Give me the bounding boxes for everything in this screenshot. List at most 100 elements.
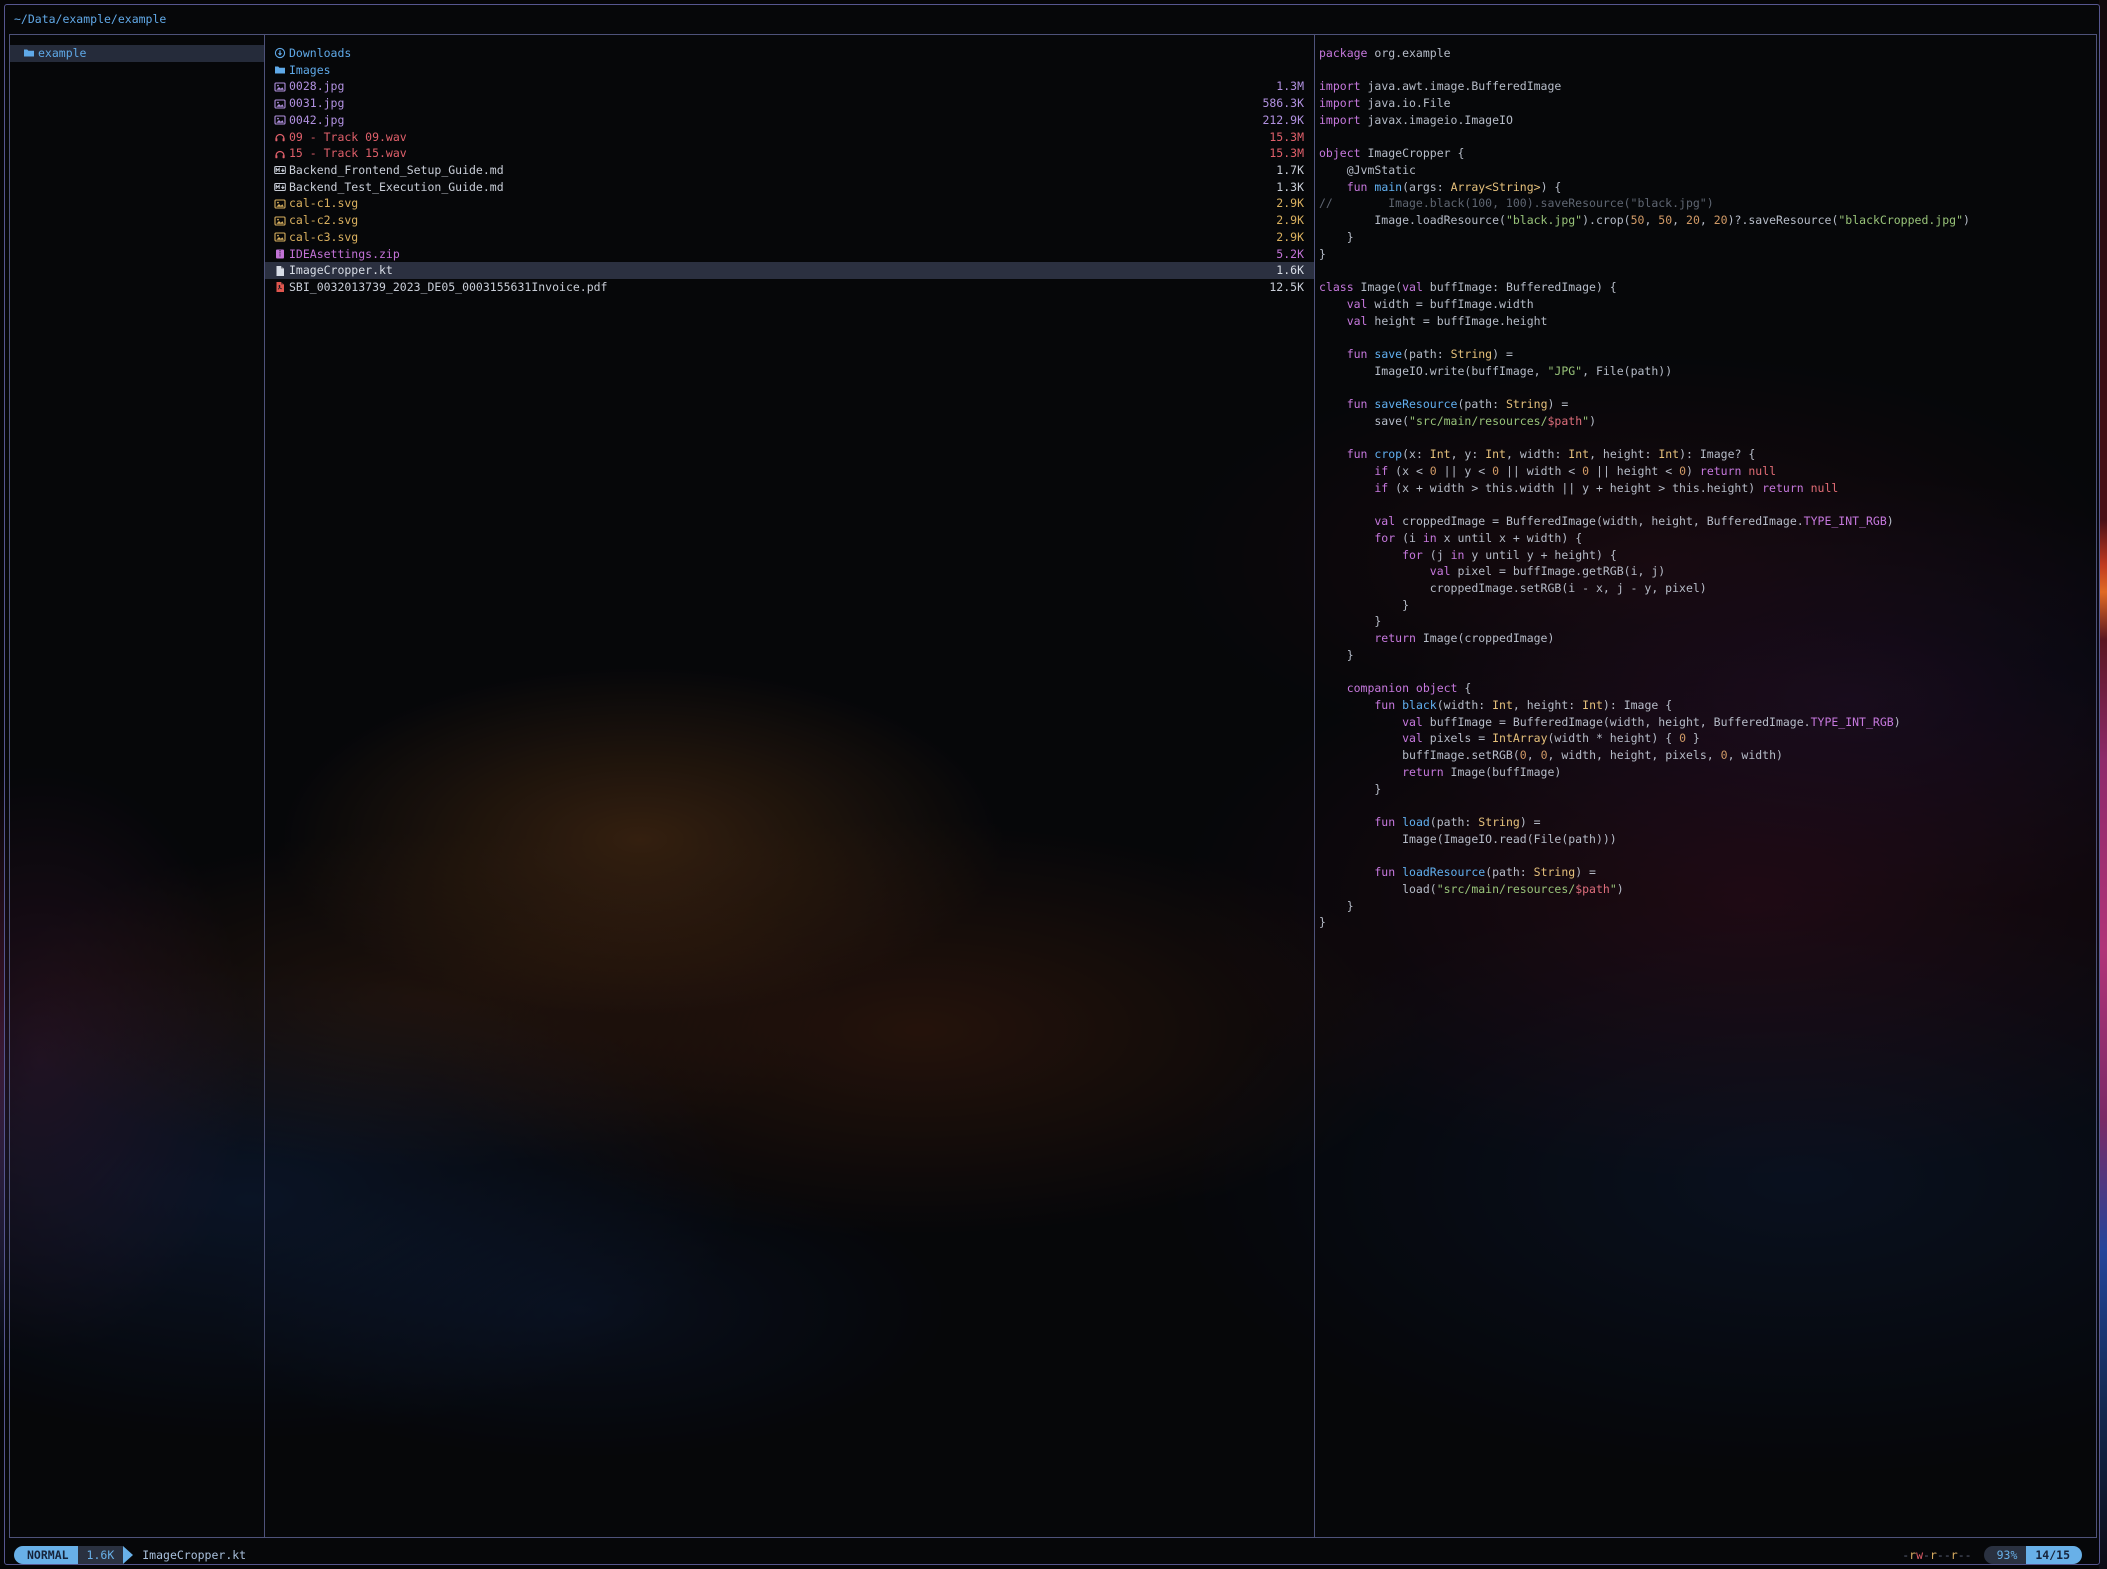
code-line: croppedImage.setRGB(i - x, j - y, pixel) — [1319, 580, 2096, 597]
file-row[interactable]: Backend_Frontend_Setup_Guide.md1.7K — [265, 162, 1314, 179]
file-name: cal-c3.svg — [289, 229, 358, 246]
parent-pane[interactable]: example — [10, 35, 265, 1537]
current-path: ~/Data/example/example — [14, 7, 166, 31]
code-line: val croppedImage = BufferedImage(width, … — [1319, 513, 2096, 530]
code-line — [1319, 379, 2096, 396]
image-icon — [274, 215, 289, 227]
code-line: val width = buffImage.width — [1319, 296, 2096, 313]
file-row[interactable]: example — [10, 45, 264, 62]
code-line: fun load(path: String) = — [1319, 814, 2096, 831]
code-line: // Image.black(100, 100).saveResource("b… — [1319, 195, 2096, 212]
code-line: object ImageCropper { — [1319, 145, 2096, 162]
code-line: if (x < 0 || y < 0 || width < 0 || heigh… — [1319, 463, 2096, 480]
wallpaper-edge-strip — [2099, 0, 2107, 1569]
file-row[interactable]: Images — [265, 62, 1314, 79]
code-line — [1319, 797, 2096, 814]
file-size: 586.3K — [1262, 95, 1304, 112]
terminal-window: ~/Data/example/example example Downloads… — [4, 4, 2100, 1565]
file-row[interactable]: 09 - Track 09.wav 15.3M — [265, 129, 1314, 146]
file-name: 15 - Track 15.wav — [289, 145, 407, 162]
file-row[interactable]: IDEAsettings.zip5.2K — [265, 246, 1314, 263]
file-row[interactable]: cal-c3.svg2.9K — [265, 229, 1314, 246]
code-line: package org.example — [1319, 45, 2096, 62]
file-name: Backend_Test_Execution_Guide.md — [289, 179, 504, 196]
file-name: 09 - Track 09.wav — [289, 129, 407, 146]
code-line: fun crop(x: Int, y: Int, width: Int, hei… — [1319, 446, 2096, 463]
code-line: import java.awt.image.BufferedImage — [1319, 78, 2096, 95]
file-row[interactable]: Backend_Test_Execution_Guide.md 1.3K — [265, 179, 1314, 196]
file-list[interactable]: DownloadsImages0028.jpg 1.3M0031.jpg586.3… — [265, 35, 1315, 1537]
markdown-icon — [274, 181, 289, 193]
code-line: } — [1319, 613, 2096, 630]
image-icon — [274, 81, 289, 93]
code-line — [1319, 262, 2096, 279]
image-icon — [274, 198, 289, 210]
file-size-badge: 1.6K — [78, 1546, 124, 1564]
yazi-panes: example DownloadsImages0028.jpg 1.3M0031.… — [9, 34, 2097, 1538]
file-size: 1.3K — [1276, 179, 1304, 196]
file-name: Images — [289, 62, 331, 79]
screen: ~/Data/example/example example Downloads… — [0, 0, 2107, 1569]
status-bar: NORMAL 1.6K ImageCropper.kt -rw-r--r-- 9… — [9, 1545, 2097, 1564]
file-row[interactable]: 15 - Track 15.wav 15.3M — [265, 145, 1314, 162]
file-row[interactable]: cal-c2.svg2.9K — [265, 212, 1314, 229]
code-line: return Image(croppedImage) — [1319, 630, 2096, 647]
file-row[interactable]: cal-c1.svg 2.9K — [265, 195, 1314, 212]
file-name: example — [38, 45, 86, 62]
code-line: import javax.imageio.ImageIO — [1319, 112, 2096, 129]
file-name: ImageCropper.kt — [289, 262, 393, 279]
code-line: fun loadResource(path: String) = — [1319, 864, 2096, 881]
image-icon — [274, 114, 289, 126]
folder-download-icon — [274, 47, 289, 59]
pdf-icon — [274, 281, 289, 293]
code-line: } — [1319, 246, 2096, 263]
code-line: fun main(args: Array<String>) { — [1319, 179, 2096, 196]
code-line: fun black(width: Int, height: Int): Imag… — [1319, 697, 2096, 714]
file-row[interactable]: SBI_0032013739_2023_DE05_0003155631Invoi… — [265, 279, 1314, 296]
file-name: Downloads — [289, 45, 351, 62]
file-size: 2.9K — [1276, 195, 1304, 212]
code-line: load("src/main/resources/$path") — [1319, 881, 2096, 898]
code-line: fun save(path: String) = — [1319, 346, 2096, 363]
preview-pane[interactable]: package org.example import java.awt.imag… — [1315, 35, 2096, 1537]
file-size: 1.6K — [1276, 262, 1304, 279]
file-row[interactable]: 0031.jpg586.3K — [265, 95, 1314, 112]
code-line — [1319, 129, 2096, 146]
file-size: 15.3M — [1269, 145, 1304, 162]
file-size: 2.9K — [1276, 212, 1304, 229]
file-name: 0028.jpg — [289, 78, 344, 95]
audio-icon — [274, 131, 289, 143]
powerline-arrow-icon — [123, 1546, 133, 1564]
file-name: Backend_Frontend_Setup_Guide.md — [289, 162, 504, 179]
audio-icon — [274, 148, 289, 160]
code-line: fun saveResource(path: String) = — [1319, 396, 2096, 413]
file-size: 1.3M — [1276, 78, 1304, 95]
code-line: buffImage.setRGB(0, 0, width, height, pi… — [1319, 747, 2096, 764]
image-icon — [274, 231, 289, 243]
scroll-percent: 93% — [1984, 1546, 2027, 1564]
code-line: class Image(val buffImage: BufferedImage… — [1319, 279, 2096, 296]
code-line: ImageIO.write(buffImage, "JPG", File(pat… — [1319, 363, 2096, 380]
file-row[interactable]: 0028.jpg 1.3M — [265, 78, 1314, 95]
code-line — [1319, 848, 2096, 865]
code-line: val pixels = IntArray(width * height) { … — [1319, 730, 2096, 747]
code-line — [1319, 62, 2096, 79]
file-row[interactable]: Downloads — [265, 45, 1314, 62]
code-line: } — [1319, 647, 2096, 664]
permissions-label: -rw-r--r-- — [1902, 1548, 1971, 1562]
zip-icon — [274, 248, 289, 260]
code-line: val buffImage = BufferedImage(width, hei… — [1319, 714, 2096, 731]
file-row[interactable]: ImageCropper.kt 1.6K — [265, 262, 1314, 279]
file-name: cal-c1.svg — [289, 195, 358, 212]
file-size: 15.3M — [1269, 129, 1304, 146]
folder-icon — [23, 47, 38, 59]
file-name: 0042.jpg — [289, 112, 344, 129]
code-line: } — [1319, 898, 2096, 915]
file-icon — [274, 265, 289, 277]
code-line: save("src/main/resources/$path") — [1319, 413, 2096, 430]
status-right: -rw-r--r-- 93% 14/15 — [1902, 1546, 2082, 1564]
code-line: } — [1319, 597, 2096, 614]
file-row[interactable]: 0042.jpg212.9K — [265, 112, 1314, 129]
code-line: } — [1319, 914, 2096, 931]
file-name: IDEAsettings.zip — [289, 246, 400, 263]
